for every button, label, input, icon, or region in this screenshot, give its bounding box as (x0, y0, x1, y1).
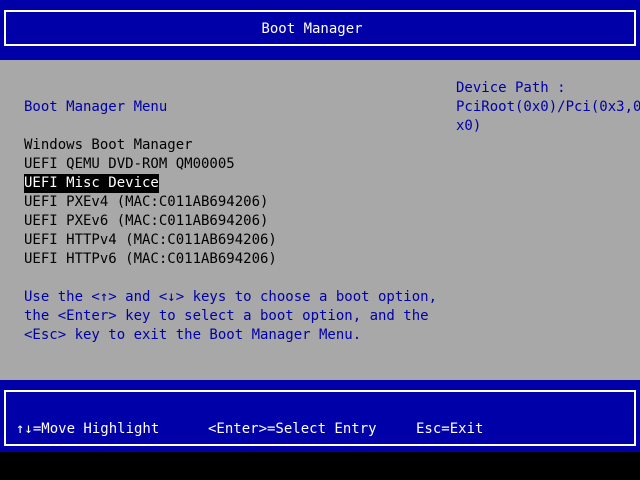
boot-option-httpv6[interactable]: UEFI HTTPv6 (MAC:C011AB694206) (24, 250, 277, 269)
boot-option-qemu-dvd-rom[interactable]: UEFI QEMU DVD-ROM QM00005 (24, 155, 235, 174)
device-path-label: Device Path : (456, 80, 566, 96)
header-bar: Boot Manager (0, 0, 640, 60)
help-line: the <Enter> key to select a boot option,… (24, 308, 429, 324)
device-path-value: PciRoot(0x0)/Pci(0x3,0 (456, 99, 640, 115)
select-entry-hint: <Enter>=Select Entry (208, 421, 377, 437)
help-line: <Esc> key to exit the Boot Manager Menu. (24, 327, 362, 343)
footer-bar: ↑↓=Move Highlight <Enter>=Select Entry E… (0, 380, 640, 452)
bios-screen: Boot Manager Boot Manager Menu Windows B… (0, 0, 640, 480)
device-path-value: x0) (456, 118, 482, 134)
page-title: Boot Manager (261, 21, 363, 37)
main-panel: Boot Manager Menu Windows Boot Manager U… (0, 60, 640, 380)
boot-option-pxev6[interactable]: UEFI PXEv6 (MAC:C011AB694206) (24, 212, 268, 231)
exit-hint: Esc=Exit (416, 421, 484, 437)
boot-option-pxev4[interactable]: UEFI PXEv4 (MAC:C011AB694206) (24, 193, 268, 212)
help-line: Use the <↑> and <↓> keys to choose a boo… (24, 289, 438, 305)
move-highlight-hint: ↑↓=Move Highlight (16, 421, 160, 437)
menu-title: Boot Manager Menu (24, 99, 168, 115)
boot-option-httpv4[interactable]: UEFI HTTPv4 (MAC:C011AB694206) (24, 231, 277, 250)
boot-option-windows-boot-manager[interactable]: Windows Boot Manager (24, 136, 193, 155)
boot-option-misc-device[interactable]: UEFI Misc Device (24, 174, 159, 193)
